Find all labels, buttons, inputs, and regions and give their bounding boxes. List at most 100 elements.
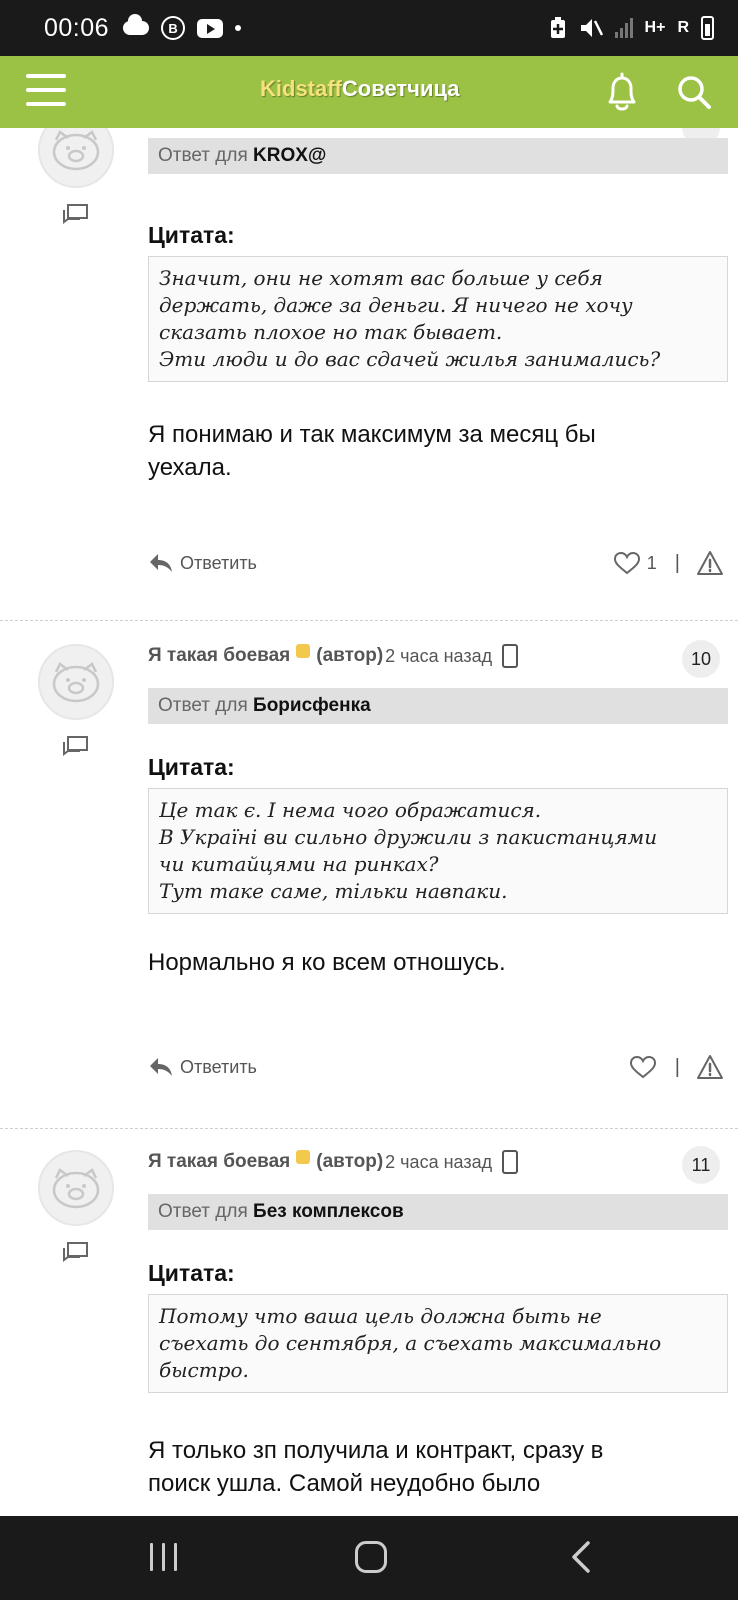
quote-line: Тут таке саме, тільки навпаки.: [159, 879, 508, 903]
comment-text-line: поиск ушла. Самой неудобно было: [148, 1470, 541, 1497]
reply-label: Ответить: [180, 552, 257, 573]
like-heart-icon[interactable]: [629, 1055, 657, 1079]
comment-post: Я такая боевая (автор) 2 часа назад 10 О…: [0, 624, 738, 1120]
quote-line: быстро.: [159, 1358, 249, 1382]
b-badge-icon: B: [161, 16, 186, 40]
like-count: 1: [646, 552, 657, 573]
reply-to-user[interactable]: Без комплексов: [253, 1201, 404, 1222]
author-name[interactable]: Я такая боевая: [148, 1151, 290, 1173]
menu-icon[interactable]: [26, 74, 68, 108]
mobile-device-icon: [502, 644, 519, 668]
notification-dot-icon: [235, 25, 242, 31]
pig-avatar-icon: [52, 662, 100, 703]
quote-line: держать, даже за деньги. Я ничего не хоч…: [159, 293, 633, 317]
reply-arrow-icon: [150, 1058, 172, 1076]
quote-line: Значит, они не хотят вас больше у себя: [159, 266, 603, 290]
comment-number[interactable]: 11: [682, 1146, 720, 1184]
like-heart-icon[interactable]: [613, 551, 641, 575]
reply-to-bar[interactable]: Ответ для Без комплексов: [148, 1194, 728, 1230]
quote-label: Цитата:: [148, 1260, 235, 1286]
comment-meta: Я такая боевая (автор) 2 часа назад: [148, 644, 519, 668]
author-flag-icon: [296, 644, 311, 658]
quote-line: Потому что ваша цель должна быть не: [159, 1304, 602, 1328]
app-header: KidstaffСоветчица: [0, 56, 738, 128]
comment-number[interactable]: 10: [682, 640, 720, 678]
comment-body: Нормально я ко всем отношусь.: [148, 946, 728, 979]
network-type-label: H+: [644, 19, 666, 36]
avatar[interactable]: [38, 128, 114, 188]
action-separator: |: [674, 1055, 680, 1078]
comment-post: Я такая боевая (автор) 2 часа назад 11 О…: [0, 1132, 738, 1516]
comment-text-line: Нормально я ко всем отношусь.: [148, 949, 506, 976]
search-icon[interactable]: [676, 74, 712, 110]
recent-apps-icon[interactable]: [150, 1543, 182, 1573]
author-flag-icon: [296, 1150, 311, 1164]
author-name[interactable]: Я такая боевая: [148, 645, 290, 667]
reply-to-bar[interactable]: Ответ для KROX@: [148, 138, 728, 174]
avatar[interactable]: [38, 644, 114, 720]
bell-icon[interactable]: [602, 70, 642, 114]
comment-body: Я понимаю и так максимум за месяц бы уех…: [148, 418, 728, 484]
status-bar: 00:06 B H+ R: [0, 0, 738, 56]
quote-line: сказать плохое но так бывает.: [159, 320, 503, 344]
quote-label: Цитата:: [148, 222, 235, 248]
action-separator: |: [674, 551, 680, 574]
roaming-label: R: [677, 19, 689, 36]
mobile-device-icon: [502, 1150, 519, 1174]
quote-block: Значит, они не хотят вас больше у себя д…: [148, 256, 728, 382]
private-message-icon[interactable]: [62, 204, 88, 226]
reply-to-user[interactable]: Борисфенка: [253, 695, 371, 716]
system-nav-bar: [0, 1516, 738, 1600]
reply-to-prefix: Ответ для: [158, 695, 248, 716]
quote-label: Цитата:: [148, 754, 235, 780]
home-icon[interactable]: [355, 1541, 387, 1573]
post-actions: |: [629, 1054, 724, 1080]
reply-to-prefix: Ответ для: [158, 145, 248, 166]
mute-icon: [580, 19, 603, 37]
post-actions: 1 |: [613, 550, 724, 576]
post-divider: [0, 620, 738, 621]
reply-button[interactable]: Ответить: [148, 1056, 257, 1078]
quote-block: Потому что ваша цель должна быть не съех…: [148, 1294, 728, 1393]
author-role: (автор): [316, 645, 384, 666]
comment-meta: Я такая боевая (автор) 2 часа назад: [148, 1150, 519, 1174]
author-role: (автор): [316, 1151, 384, 1172]
reply-to-bar[interactable]: Ответ для Борисфенка: [148, 688, 728, 724]
comments-feed[interactable]: Ответ для KROX@ Цитата: Значит, они не х…: [0, 128, 738, 1516]
private-message-icon[interactable]: [62, 1242, 88, 1264]
pig-avatar-icon: [52, 1168, 100, 1209]
youtube-icon: [197, 18, 224, 38]
reply-to-prefix: Ответ для: [158, 1201, 248, 1222]
reply-button[interactable]: Ответить: [148, 552, 257, 574]
report-warning-icon[interactable]: [696, 1054, 724, 1080]
quote-line: съехать до сентября, а съехать максималь…: [159, 1331, 662, 1355]
reply-to-user[interactable]: KROX@: [253, 145, 326, 166]
private-message-icon[interactable]: [62, 736, 88, 758]
battery-saver-icon: [550, 17, 565, 38]
site-logo[interactable]: KidstaffСоветчица: [260, 76, 460, 102]
avatar[interactable]: [38, 1150, 114, 1226]
comment-body: Я только зп получила и контракт, сразу в…: [148, 1434, 728, 1500]
comment-post: Ответ для KROX@ Цитата: Значит, они не х…: [0, 128, 738, 608]
reply-label: Ответить: [180, 1056, 257, 1077]
comment-time: 2 часа назад: [385, 1151, 493, 1172]
comment-time: 2 часа назад: [385, 645, 493, 666]
comment-text-line: уехала.: [148, 454, 232, 481]
reply-arrow-icon: [150, 554, 172, 572]
logo-part-kidstaff: Kidstaff: [260, 76, 342, 101]
report-warning-icon[interactable]: [696, 550, 724, 576]
cloud-icon: [123, 14, 150, 35]
back-icon[interactable]: [568, 1540, 594, 1574]
quote-line: чи китайцями на ринках?: [159, 852, 439, 876]
quote-line: Эти люди и до вас сдачей жилья занималис…: [159, 347, 661, 371]
battery-icon: [701, 16, 714, 40]
logo-part-sovetchitsa: Советчица: [341, 76, 460, 101]
status-time: 00:06: [44, 13, 110, 42]
comment-text-line: Я понимаю и так максимум за месяц бы: [148, 421, 596, 448]
pig-avatar-icon: [52, 130, 100, 171]
quote-line: Це так є. І нема чого ображатися.: [159, 798, 542, 822]
quote-line: В Україні ви сильно дружили з пакистанця…: [159, 825, 658, 849]
quote-block: Це так є. І нема чого ображатися. В Укра…: [148, 788, 728, 914]
post-divider: [0, 1128, 738, 1129]
signal-weak-icon: [614, 18, 633, 38]
